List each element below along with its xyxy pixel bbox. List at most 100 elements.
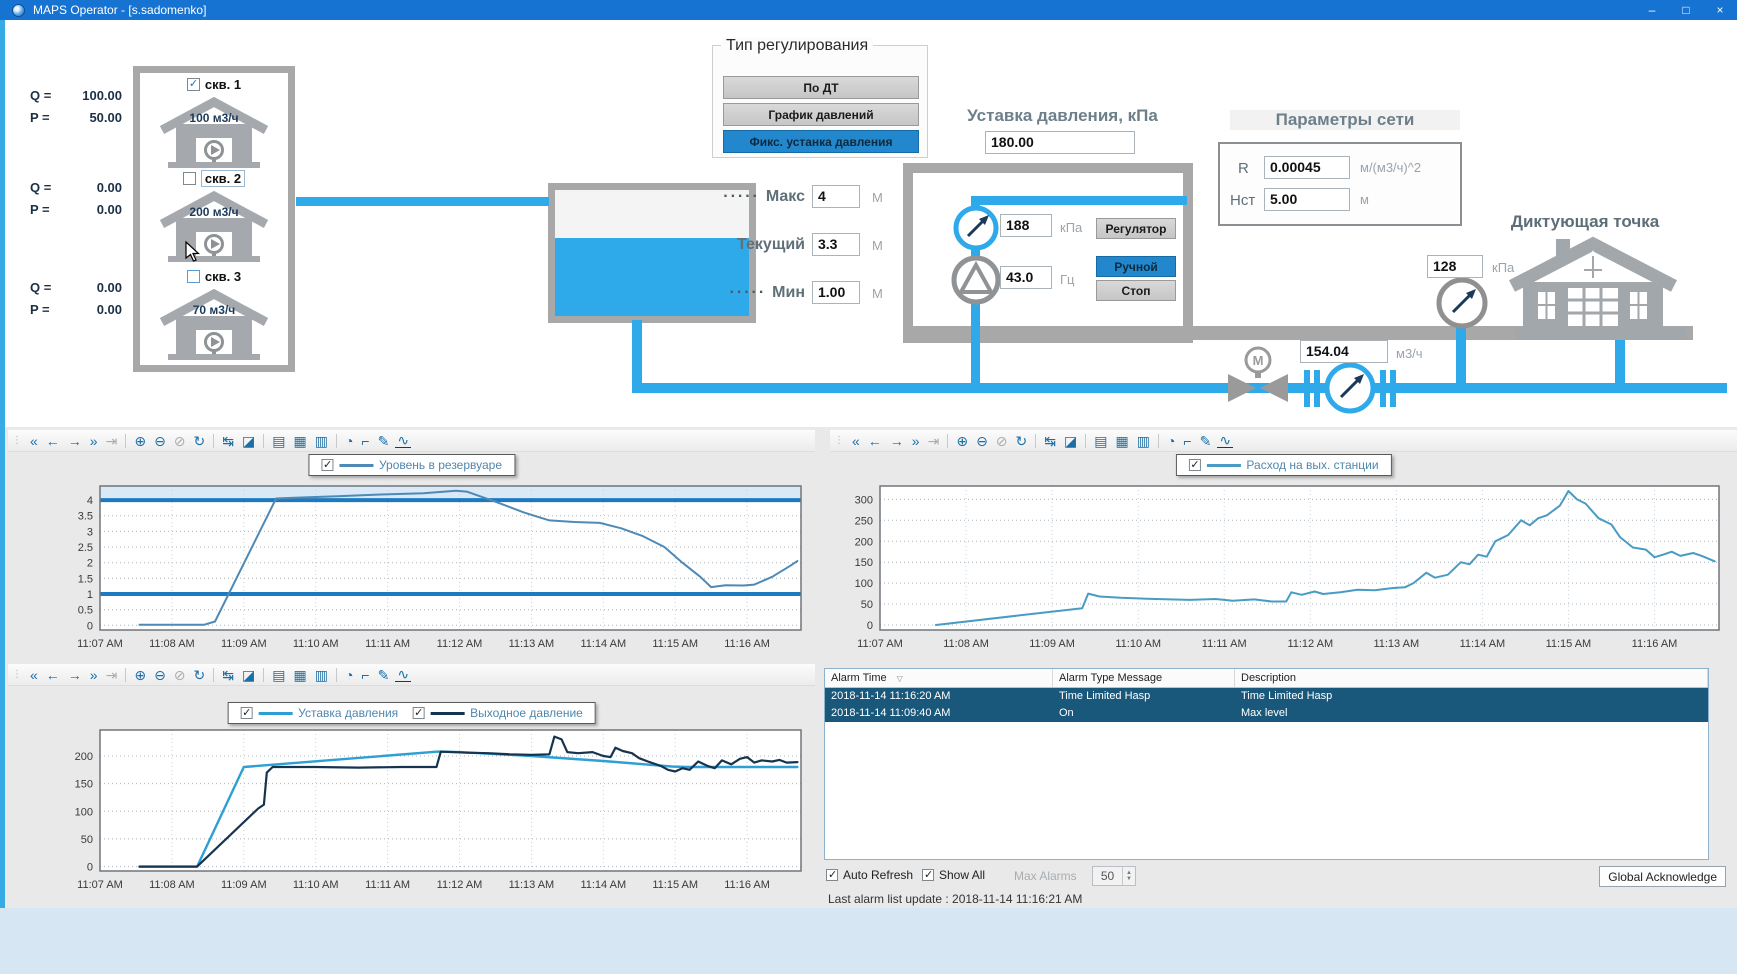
axes-icon[interactable]: ⌐: [359, 668, 371, 682]
legend-label: Уровень в резервуаре: [379, 458, 502, 472]
refresh-icon[interactable]: ↻: [192, 668, 208, 682]
tank-max-input[interactable]: 4: [812, 185, 860, 208]
network-h-input[interactable]: 5.00: [1264, 188, 1350, 211]
jump-start-icon[interactable]: «: [850, 434, 862, 448]
histogram-icon[interactable]: ▥: [1135, 434, 1152, 448]
step-forward-icon[interactable]: →: [888, 434, 906, 448]
well3-checkbox[interactable]: ✓: [187, 270, 200, 283]
legend-checkbox[interactable]: ✓: [1188, 459, 1200, 471]
tank-min-label: ·····Мин: [690, 284, 805, 302]
max-alarms-label: Max Alarms: [1014, 869, 1077, 883]
annotate-icon[interactable]: ✎: [376, 668, 392, 682]
pump-frequency-unit: Гц: [1060, 272, 1075, 287]
reg-mode-po-dt-button[interactable]: По ДТ: [723, 76, 919, 99]
alarm-time-column-header[interactable]: Alarm Time ▽: [825, 669, 1053, 687]
alarm-description-column-header[interactable]: Description: [1235, 669, 1708, 687]
reg-mode-pressure-schedule-button[interactable]: График давлений: [723, 103, 919, 126]
pump-station-frame: [908, 168, 1188, 338]
pump-regulator-button[interactable]: Регулятор: [1096, 218, 1176, 239]
tank-current-label: Текущий: [690, 236, 805, 254]
trend-mode-icon[interactable]: ∿: [395, 433, 411, 448]
edit-trend-icon[interactable]: ◪: [240, 434, 257, 448]
legend-checkbox[interactable]: ✓: [412, 707, 424, 719]
legend-label: Выходное давление: [470, 706, 583, 720]
axes-icon[interactable]: ⌐: [359, 434, 371, 448]
tank-min-input[interactable]: 1.00: [812, 281, 860, 304]
minimize-button[interactable]: –: [1635, 0, 1669, 20]
pan-horizontal-icon[interactable]: ↹: [220, 434, 236, 448]
maximize-button[interactable]: □: [1669, 0, 1703, 20]
zoom-in-icon[interactable]: ⊕: [954, 434, 970, 448]
flow-value-input[interactable]: 154.04: [1300, 340, 1388, 363]
annotate-icon[interactable]: ✎: [376, 434, 392, 448]
dictating-pressure-input[interactable]: 128: [1427, 255, 1483, 278]
step-back-icon[interactable]: ←: [866, 434, 884, 448]
step-forward-icon[interactable]: →: [66, 434, 84, 448]
network-h-unit: м: [1360, 192, 1369, 207]
histogram-icon[interactable]: ▥: [313, 434, 330, 448]
print-preview-icon[interactable]: ▤: [270, 668, 287, 682]
print-preview-icon[interactable]: ▤: [270, 434, 287, 448]
edit-trend-icon[interactable]: ◪: [1062, 434, 1079, 448]
well1-checkbox[interactable]: ✓: [187, 78, 200, 91]
trend-mode-icon[interactable]: ∿: [1217, 433, 1233, 448]
regulation-type-group: Тип регулирования По ДТ График давлений …: [712, 45, 928, 158]
zoom-in-icon[interactable]: ⊕: [132, 434, 148, 448]
pump-stop-button[interactable]: Стоп: [1096, 280, 1176, 301]
time-range-icon[interactable]: ◔: [343, 434, 355, 448]
fast-forward-icon[interactable]: »: [910, 434, 922, 448]
zoom-out-icon[interactable]: ⊖: [152, 668, 168, 682]
reg-mode-fixed-setpoint-button[interactable]: Фикс. устанка давления: [723, 130, 919, 153]
tank-level-trend-chart[interactable]: 43.532.521.510.5011:07 AM11:08 AM11:09 A…: [8, 452, 815, 657]
spinner-arrows-icon[interactable]: ▲▼: [1122, 867, 1135, 885]
refresh-icon[interactable]: ↻: [1014, 434, 1030, 448]
auto-refresh-checkbox[interactable]: ✓: [826, 869, 838, 881]
pump-manual-button[interactable]: Ручной: [1096, 256, 1176, 277]
legend-checkbox[interactable]: ✓: [240, 707, 252, 719]
zoom-out-icon[interactable]: ⊖: [974, 434, 990, 448]
network-r-input[interactable]: 0.00045: [1264, 156, 1350, 179]
step-back-icon[interactable]: ←: [44, 668, 62, 682]
legend-checkbox[interactable]: ✓: [321, 459, 333, 471]
well2-checkbox[interactable]: ✓: [183, 172, 196, 185]
alarm-table-header: Alarm Time ▽ Alarm Type Message Descript…: [825, 669, 1708, 688]
jump-start-icon[interactable]: «: [28, 434, 40, 448]
edit-trend-icon[interactable]: ◪: [240, 668, 257, 682]
svg-text:11:09 AM: 11:09 AM: [1029, 638, 1075, 650]
print-icon[interactable]: ▦: [291, 668, 308, 682]
refresh-icon[interactable]: ↻: [192, 434, 208, 448]
step-back-icon[interactable]: ←: [44, 434, 62, 448]
fast-forward-icon[interactable]: »: [88, 668, 100, 682]
show-all-checkbox[interactable]: ✓: [922, 869, 934, 881]
svg-text:0: 0: [87, 620, 93, 632]
legend-line-sample: [258, 712, 292, 715]
tank-max-label: ·····Макс: [690, 188, 805, 206]
close-button[interactable]: ×: [1703, 0, 1737, 20]
alarm-row[interactable]: 2018-11-14 11:16:20 AM Time Limited Hasp…: [825, 688, 1708, 705]
histogram-icon[interactable]: ▥: [313, 668, 330, 682]
trend-mode-icon[interactable]: ∿: [395, 667, 411, 682]
flow-trend-chart[interactable]: 30025020015010050011:07 AM11:08 AM11:09 …: [830, 452, 1737, 657]
pump-frequency-input[interactable]: 43.0: [1000, 266, 1052, 289]
pan-horizontal-icon[interactable]: ↹: [1042, 434, 1058, 448]
zoom-out-icon[interactable]: ⊖: [152, 434, 168, 448]
axes-icon[interactable]: ⌐: [1181, 434, 1193, 448]
pan-horizontal-icon[interactable]: ↹: [220, 668, 236, 682]
annotate-icon[interactable]: ✎: [1198, 434, 1214, 448]
alarm-row[interactable]: 2018-11-14 11:09:40 AM On Max level: [825, 705, 1708, 722]
tank-current-input[interactable]: 3.3: [812, 233, 860, 256]
step-forward-icon[interactable]: →: [66, 668, 84, 682]
time-range-icon[interactable]: ◔: [343, 668, 355, 682]
zoom-in-icon[interactable]: ⊕: [132, 668, 148, 682]
print-icon[interactable]: ▦: [291, 434, 308, 448]
time-range-icon[interactable]: ◔: [1165, 434, 1177, 448]
jump-start-icon[interactable]: «: [28, 668, 40, 682]
print-icon[interactable]: ▦: [1113, 434, 1130, 448]
max-alarms-spinner[interactable]: 50 ▲▼: [1092, 866, 1136, 886]
print-preview-icon[interactable]: ▤: [1092, 434, 1109, 448]
fast-forward-icon[interactable]: »: [88, 434, 100, 448]
alarm-type-column-header[interactable]: Alarm Type Message: [1053, 669, 1235, 687]
global-acknowledge-button[interactable]: Global Acknowledge: [1599, 866, 1726, 887]
pump-pressure-input[interactable]: 188: [1000, 214, 1052, 237]
setpoint-input[interactable]: 180.00: [985, 131, 1135, 154]
